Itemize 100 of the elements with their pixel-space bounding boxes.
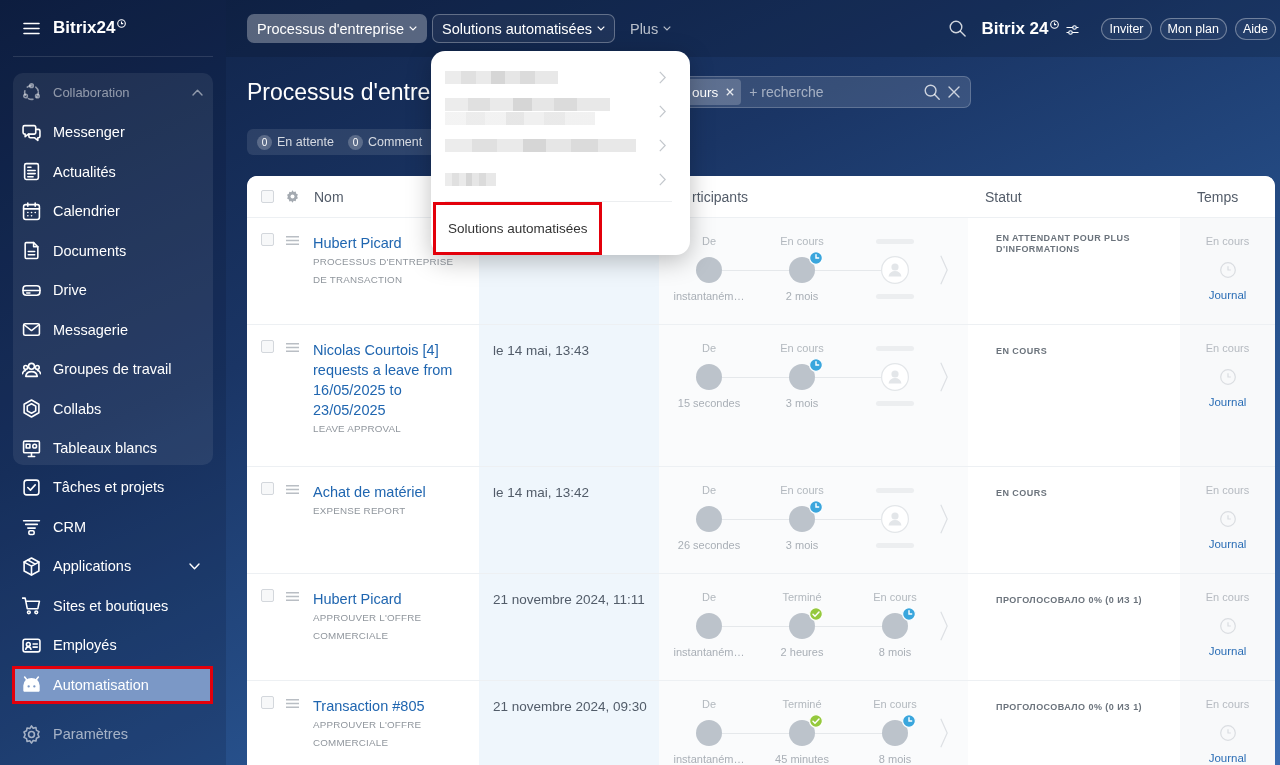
step-label: En cours — [873, 590, 917, 604]
title-link[interactable]: Transaction #805 — [313, 696, 425, 716]
drag-handle-icon[interactable] — [286, 236, 299, 245]
close-icon[interactable] — [948, 86, 960, 98]
settings-icon[interactable] — [286, 190, 299, 203]
date-text: 21 novembre 2024, 11:11 — [493, 592, 645, 607]
counter-filter[interactable]: 0 En attente — [257, 134, 334, 150]
avatar — [696, 257, 722, 283]
caret-icon — [596, 26, 605, 31]
process-type-label: APPROUVER L'OFFRE COMMERCIALE — [313, 611, 423, 643]
menu-icon[interactable] — [23, 21, 40, 35]
clock-icon — [902, 714, 916, 728]
journal-link[interactable]: Journal — [1208, 537, 1247, 551]
checkbox[interactable] — [261, 589, 274, 602]
step-label: En cours — [780, 483, 824, 497]
sidebar-item[interactable]: Employés — [15, 629, 210, 662]
checkbox[interactable] — [261, 233, 274, 246]
drag-handle-icon[interactable] — [286, 699, 299, 708]
avatar — [789, 257, 815, 283]
clock-icon — [809, 358, 823, 372]
close-icon[interactable] — [726, 88, 735, 96]
drag-handle-icon[interactable] — [286, 592, 299, 601]
avatar — [696, 364, 722, 390]
checkbox[interactable] — [261, 190, 274, 203]
step-time: 2 mois — [785, 289, 819, 303]
sidebar-item[interactable]: Messagerie — [13, 313, 213, 346]
sidebar-item[interactable]: Messenger — [13, 116, 213, 149]
nav-menu-button[interactable]: Solutions automatisées — [432, 14, 615, 43]
newspaper-icon — [22, 162, 41, 182]
clock-icon — [1219, 725, 1236, 741]
sidebar-item[interactable]: Groupes de travail — [13, 353, 213, 386]
title-link[interactable]: Hubert Picard — [313, 589, 402, 609]
status-text: ПРОГОЛОСОВАЛО 0% (0 ИЗ 1) — [996, 702, 1143, 713]
title-link[interactable]: Hubert Picard — [313, 233, 402, 253]
step-label: De — [701, 234, 717, 248]
search-icon[interactable] — [924, 84, 940, 100]
clock-icon — [1219, 618, 1236, 634]
sidebar-item[interactable]: Calendrier — [13, 195, 213, 228]
sidebar-item[interactable]: Documents — [13, 234, 213, 267]
title-link[interactable]: Achat de matériel — [313, 482, 426, 502]
sliders-icon[interactable] — [1066, 25, 1080, 35]
avatar — [789, 506, 815, 532]
search-icon[interactable] — [949, 20, 967, 37]
user-placeholder-icon — [881, 363, 909, 391]
step-time: 8 mois — [878, 645, 912, 659]
sidebar-item[interactable]: Sites et boutiques — [15, 589, 210, 622]
drag-handle-icon[interactable] — [286, 343, 299, 352]
sidebar-item[interactable]: Actualités — [13, 155, 213, 188]
filter-tag[interactable]: ours — [690, 79, 742, 105]
header-button[interactable]: Inviter — [1101, 17, 1152, 40]
column-header: Statut — [985, 188, 1022, 205]
sidebar-item[interactable]: CRM — [15, 510, 210, 543]
check-icon — [809, 607, 823, 621]
clock-icon — [1050, 19, 1060, 29]
avatar — [789, 720, 815, 746]
clock-icon — [1219, 262, 1236, 278]
avatar — [789, 364, 815, 390]
counter-filter[interactable]: 0 Comment — [348, 134, 423, 150]
column-header: rticipants — [692, 188, 749, 205]
sidebar-item[interactable]: Tâches et projets — [15, 471, 210, 504]
header-button[interactable]: Mon plan — [1159, 17, 1227, 40]
checkbox[interactable] — [261, 340, 274, 353]
checkbox[interactable] — [261, 482, 274, 495]
funnel-icon — [22, 517, 41, 537]
sidebar-item[interactable]: Tableaux blancs — [13, 432, 213, 465]
checkbox[interactable] — [261, 696, 274, 709]
journal-link[interactable]: Journal — [1208, 288, 1247, 302]
search-field[interactable]: ours + recherche — [690, 76, 971, 108]
sidebar-item[interactable]: Drive — [13, 274, 213, 307]
chevron-icon — [659, 172, 666, 186]
title-link[interactable]: Nicolas Courtois [4] requests a leave from 16/05/2025 to 23/05/2025 — [313, 340, 468, 420]
sidebar-item[interactable]: Applications — [15, 550, 210, 583]
nav-menu-button[interactable]: Plus — [619, 14, 682, 43]
process-type-label: LEAVE APPROVAL — [313, 422, 402, 436]
journal-link[interactable]: Journal — [1208, 395, 1247, 409]
document-icon — [22, 241, 41, 261]
status-text: EN ATTENDANT POUR PLUS D'INFORMATIONS — [996, 233, 1131, 254]
nav-menu-button[interactable]: Processus d'entreprise — [247, 14, 428, 43]
step-label: De — [701, 697, 717, 711]
step-label: Terminé — [782, 590, 822, 604]
clock-icon — [902, 607, 916, 621]
chevron-icon — [659, 138, 666, 152]
sidebar-item[interactable]: Paramètres — [15, 718, 210, 751]
group-header[interactable]: Collaboration — [13, 76, 213, 109]
sidebar-item[interactable]: Collabs — [13, 392, 213, 425]
check-icon — [809, 714, 823, 728]
avatar — [789, 613, 815, 639]
process-type-label: EXPENSE REPORT — [313, 504, 407, 518]
clock-icon — [1219, 511, 1236, 527]
step-time: instantaném… — [673, 289, 745, 303]
clock-icon — [1219, 369, 1236, 385]
menu-item[interactable]: Solutions automatisées — [436, 205, 599, 252]
drag-handle-icon[interactable] — [286, 485, 299, 494]
process-type-label: APPROUVER L'OFFRE COMMERCIALE — [313, 718, 423, 750]
column-header: Temps — [1197, 188, 1239, 205]
journal-link[interactable]: Journal — [1208, 644, 1247, 658]
header-button[interactable]: Aide — [1234, 17, 1276, 40]
journal-link[interactable]: Journal — [1208, 751, 1247, 765]
step-time: 2 heures — [780, 645, 824, 659]
step-time: instantaném… — [673, 645, 745, 659]
